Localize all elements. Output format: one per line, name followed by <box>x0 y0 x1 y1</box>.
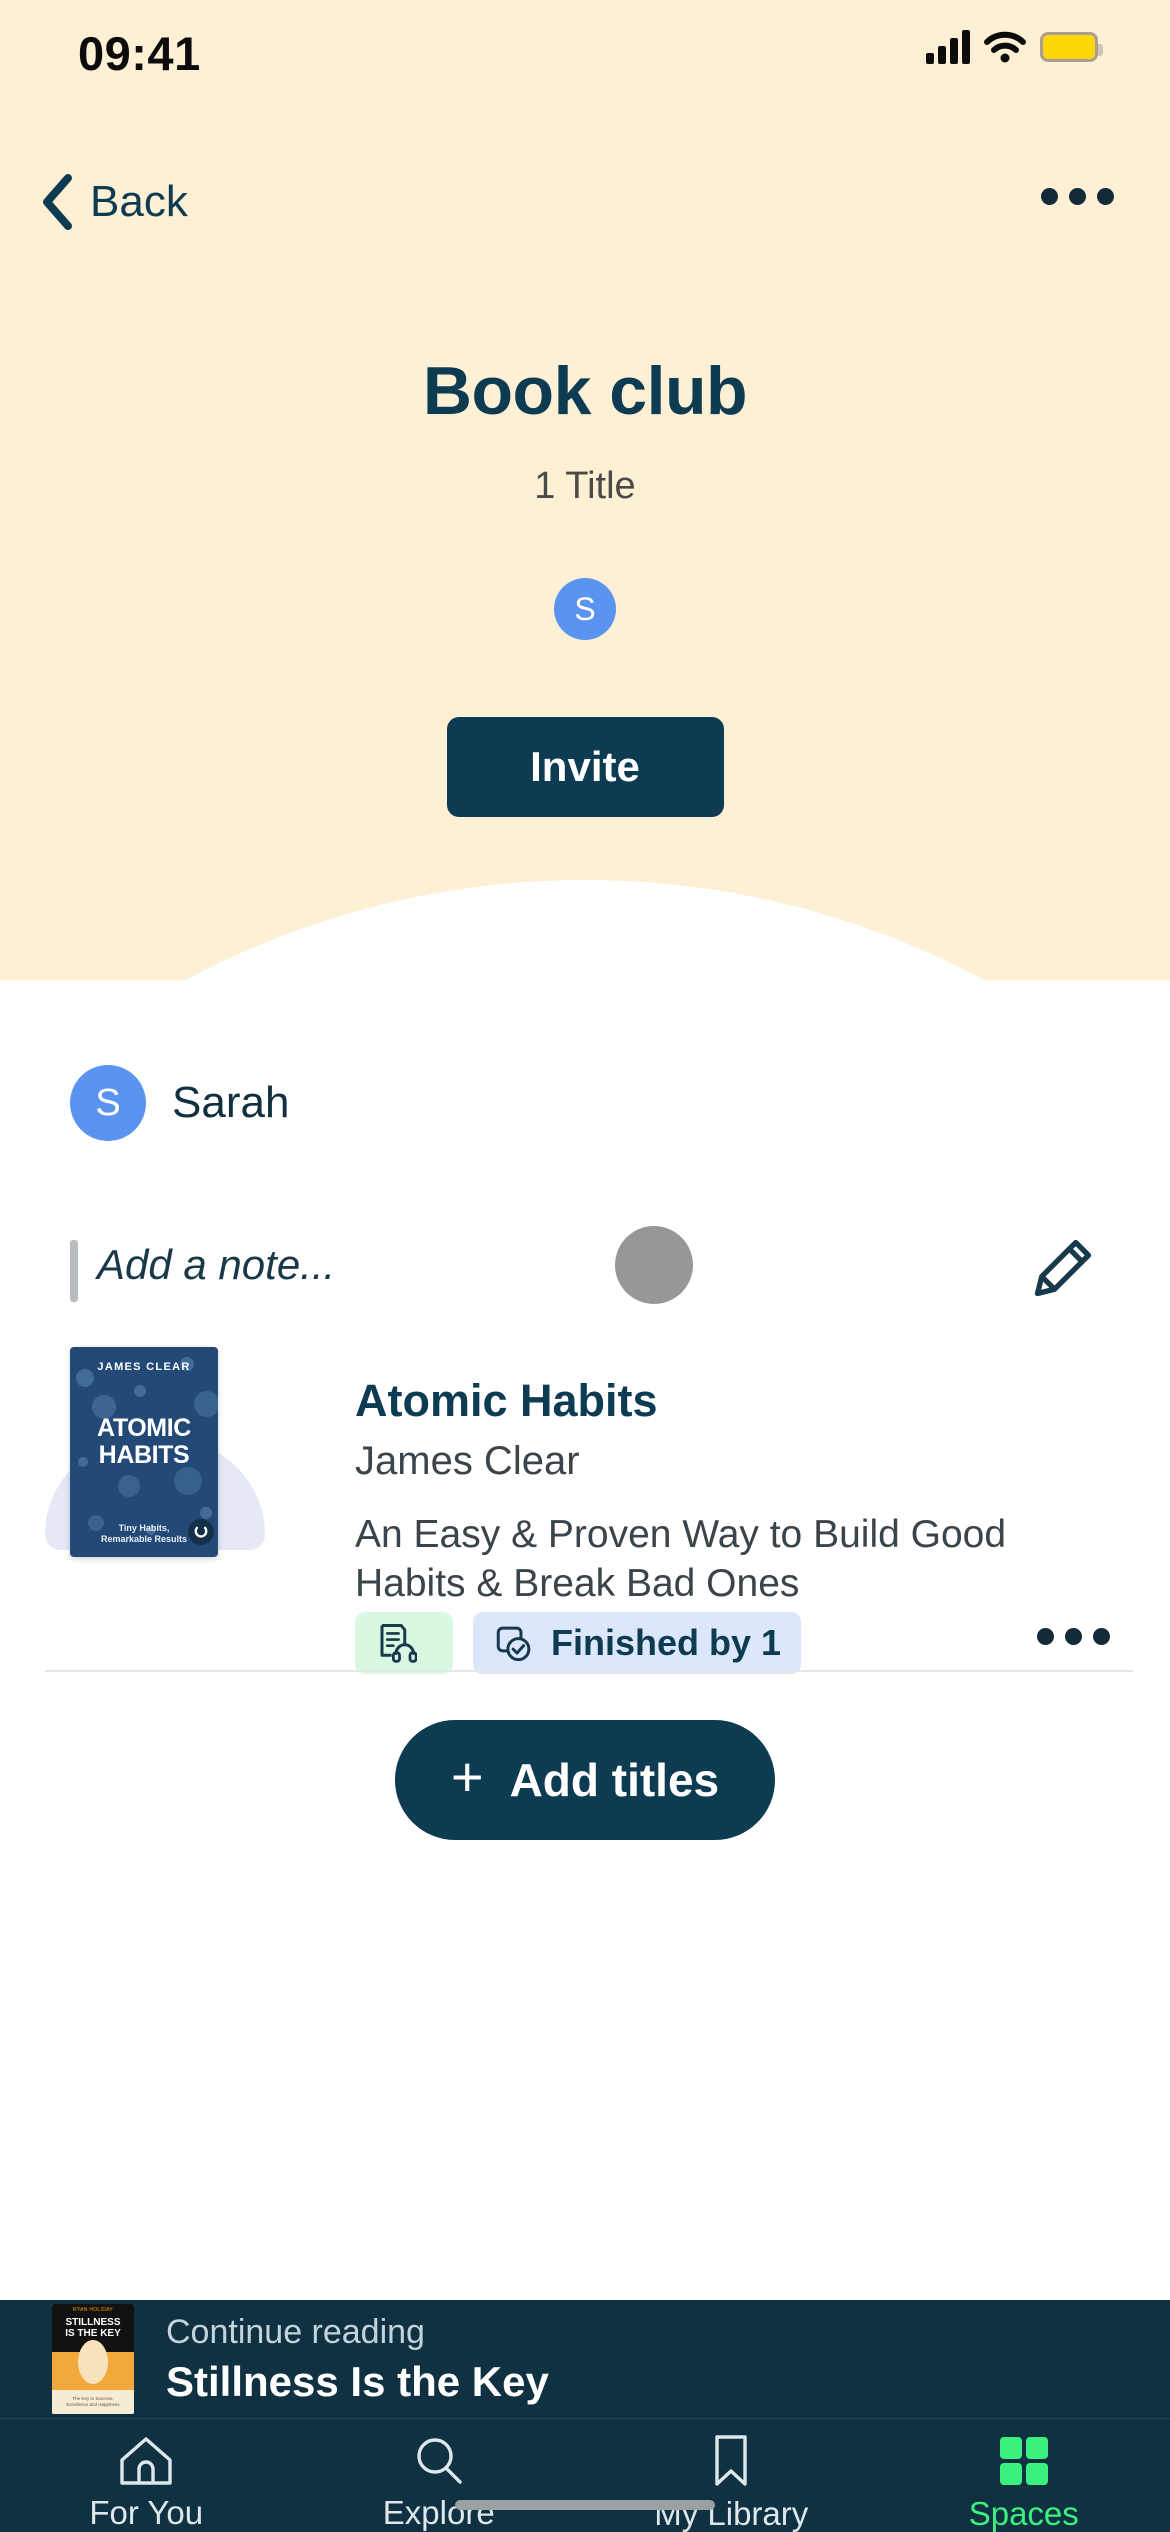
divider <box>45 1670 1133 1672</box>
status-bar-time: 09:41 <box>78 27 201 80</box>
invite-button-wrapper: Invite <box>0 717 1170 817</box>
home-icon <box>117 2433 175 2488</box>
tab-for-you[interactable]: For You <box>0 2419 293 2532</box>
page-title: Book club <box>422 353 748 429</box>
cover-format-badge-icon <box>188 1519 214 1545</box>
cover-title-line2: HABITS <box>98 1441 190 1469</box>
book-cover-image: JAMES CLEAR ATOMIC HABITS Tiny Habits, R… <box>70 1347 218 1557</box>
add-titles-wrapper: + Add titles <box>0 1720 1170 1840</box>
wifi-icon <box>984 31 1026 63</box>
avatar[interactable]: S <box>70 1065 146 1141</box>
book-title: Atomic Habits <box>355 1375 658 1426</box>
invite-button[interactable]: Invite <box>446 717 724 817</box>
book-badge-row: Finished by 1 <box>355 1612 802 1674</box>
cellular-bars-icon <box>926 30 970 64</box>
note-accent-bar <box>70 1240 78 1302</box>
nav-bar: Back <box>0 150 1170 270</box>
tab-for-you-label: For You <box>89 2494 204 2531</box>
finished-by-badge-label: Finished by 1 <box>551 1622 782 1663</box>
tab-explore[interactable]: Explore <box>293 2419 586 2532</box>
avatar[interactable]: S <box>554 578 616 640</box>
app-screen: 09:41 Back Book club 1 Title S Invite S … <box>0 0 1170 2532</box>
add-note-input[interactable]: Add a note... <box>97 1241 335 1289</box>
book-info: Atomic Habits James Clear An Easy & Prov… <box>355 1375 1085 1608</box>
player-cover-title: STILLNESS IS THE KEY <box>52 2317 134 2339</box>
note-row: Add a note... <box>70 1226 1100 1312</box>
finished-book-check-icon <box>496 1626 531 1662</box>
add-titles-label: Add titles <box>509 1754 720 1806</box>
player-cover-sub-line1: The Key to Success, <box>72 2396 114 2401</box>
continue-reading-cover: RYAN HOLIDAY STILLNESS IS THE KEY The Ke… <box>52 2304 134 2414</box>
back-button-label: Back <box>90 177 188 226</box>
space-content: S Sarah Add a note... JAMES CLEAR ATOMIC… <box>0 960 1170 2300</box>
member-avatar-list: S <box>0 578 1170 640</box>
continue-reading-bar[interactable]: RYAN HOLIDAY STILLNESS IS THE KEY The Ke… <box>0 2300 1170 2418</box>
finished-by-badge[interactable]: Finished by 1 <box>473 1612 802 1674</box>
player-cover-author: RYAN HOLIDAY <box>73 2307 113 2313</box>
spaces-grid-icon <box>996 2433 1052 2489</box>
continue-reading-text: Continue reading Stillness Is the Key <box>166 2313 549 2406</box>
audiobook-icon <box>380 1624 417 1663</box>
page-subtitle: 1 Title <box>534 465 636 507</box>
battery-low-power-icon <box>1040 32 1103 62</box>
audiobook-badge[interactable] <box>355 1612 453 1674</box>
cover-title-line1: ATOMIC <box>97 1414 191 1442</box>
continue-reading-title: Stillness Is the Key <box>166 2357 549 2405</box>
bookmark-icon <box>709 2433 753 2489</box>
continue-reading-kicker: Continue reading <box>166 2312 425 2351</box>
pencil-icon[interactable] <box>1029 1234 1097 1302</box>
book-author: James Clear <box>355 1439 580 1483</box>
tab-spaces-label: Spaces <box>968 2495 1079 2532</box>
more-horizontal-icon[interactable] <box>1041 188 1114 205</box>
status-bar: 09:41 <box>0 0 1170 110</box>
tab-bar: For You Explore My Library Spaces <box>0 2418 1170 2532</box>
player-cover-title-line2: IS THE KEY <box>65 2328 121 2339</box>
player-cover-subtitle: The Key to Success, Excellence and Happi… <box>52 2396 134 2408</box>
tab-my-library[interactable]: My Library <box>585 2419 878 2532</box>
search-icon <box>412 2433 466 2488</box>
owner-row: S Sarah <box>70 1065 289 1141</box>
plus-icon: + <box>450 1745 484 1808</box>
add-titles-button[interactable]: + Add titles <box>394 1720 776 1840</box>
cover-author: JAMES CLEAR <box>97 1361 191 1373</box>
cover-title: ATOMIC HABITS <box>70 1415 218 1469</box>
cover-tagline-line1: Tiny Habits, <box>118 1523 170 1533</box>
book-description: An Easy & Proven Way to Build Good Habit… <box>355 1513 1007 1605</box>
owner-name: Sarah <box>172 1078 290 1127</box>
book-cover-wrapper: JAMES CLEAR ATOMIC HABITS Tiny Habits, R… <box>45 1347 265 1565</box>
cover-tagline-line2: Remarkable Results <box>100 1534 188 1544</box>
back-button[interactable]: Back <box>30 168 198 236</box>
home-indicator <box>455 2500 715 2510</box>
note-avatar-placeholder <box>615 1226 693 1304</box>
status-bar-indicators <box>926 30 1103 64</box>
tab-spaces[interactable]: Spaces <box>878 2419 1170 2532</box>
player-cover-sub-line2: Excellence and Happiness <box>66 2402 120 2407</box>
chevron-left-icon <box>43 174 72 230</box>
player-cover-title-line1: STILLNESS <box>65 2317 121 2328</box>
book-overflow-menu-icon[interactable] <box>1037 1628 1110 1645</box>
